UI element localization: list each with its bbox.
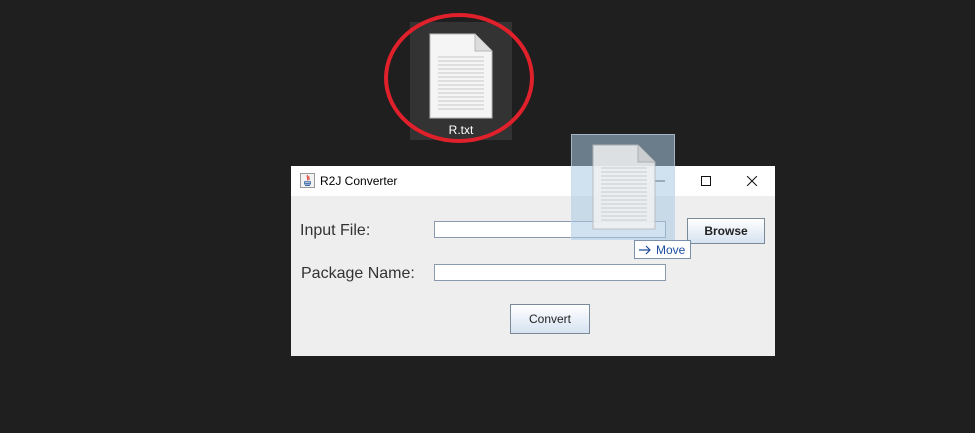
desktop: R.txt R2J Converter Input File: Browse P… [0, 0, 975, 433]
arrow-right-icon [639, 245, 651, 254]
input-file-label: Input File: [300, 222, 371, 239]
app-window: R2J Converter Input File: Browse Package… [291, 166, 775, 356]
drag-move-tooltip: Move [634, 240, 692, 259]
drag-move-label: Move [656, 242, 686, 257]
drag-ghost [571, 134, 675, 240]
java-icon [300, 173, 315, 188]
maximize-button[interactable] [683, 166, 729, 196]
title-bar[interactable]: R2J Converter [291, 166, 775, 196]
browse-button[interactable]: Browse [687, 218, 765, 244]
text-file-icon [592, 144, 656, 230]
close-icon [747, 176, 757, 186]
close-button[interactable] [729, 166, 775, 196]
maximize-icon [701, 176, 711, 186]
package-name-label: Package Name: [301, 265, 415, 282]
text-file-icon [429, 33, 493, 119]
convert-button[interactable]: Convert [510, 304, 590, 334]
window-title: R2J Converter [320, 174, 398, 188]
file-name-label: R.txt [448, 123, 474, 137]
package-name-field[interactable] [434, 264, 666, 281]
desktop-file-r-txt[interactable]: R.txt [410, 22, 512, 140]
